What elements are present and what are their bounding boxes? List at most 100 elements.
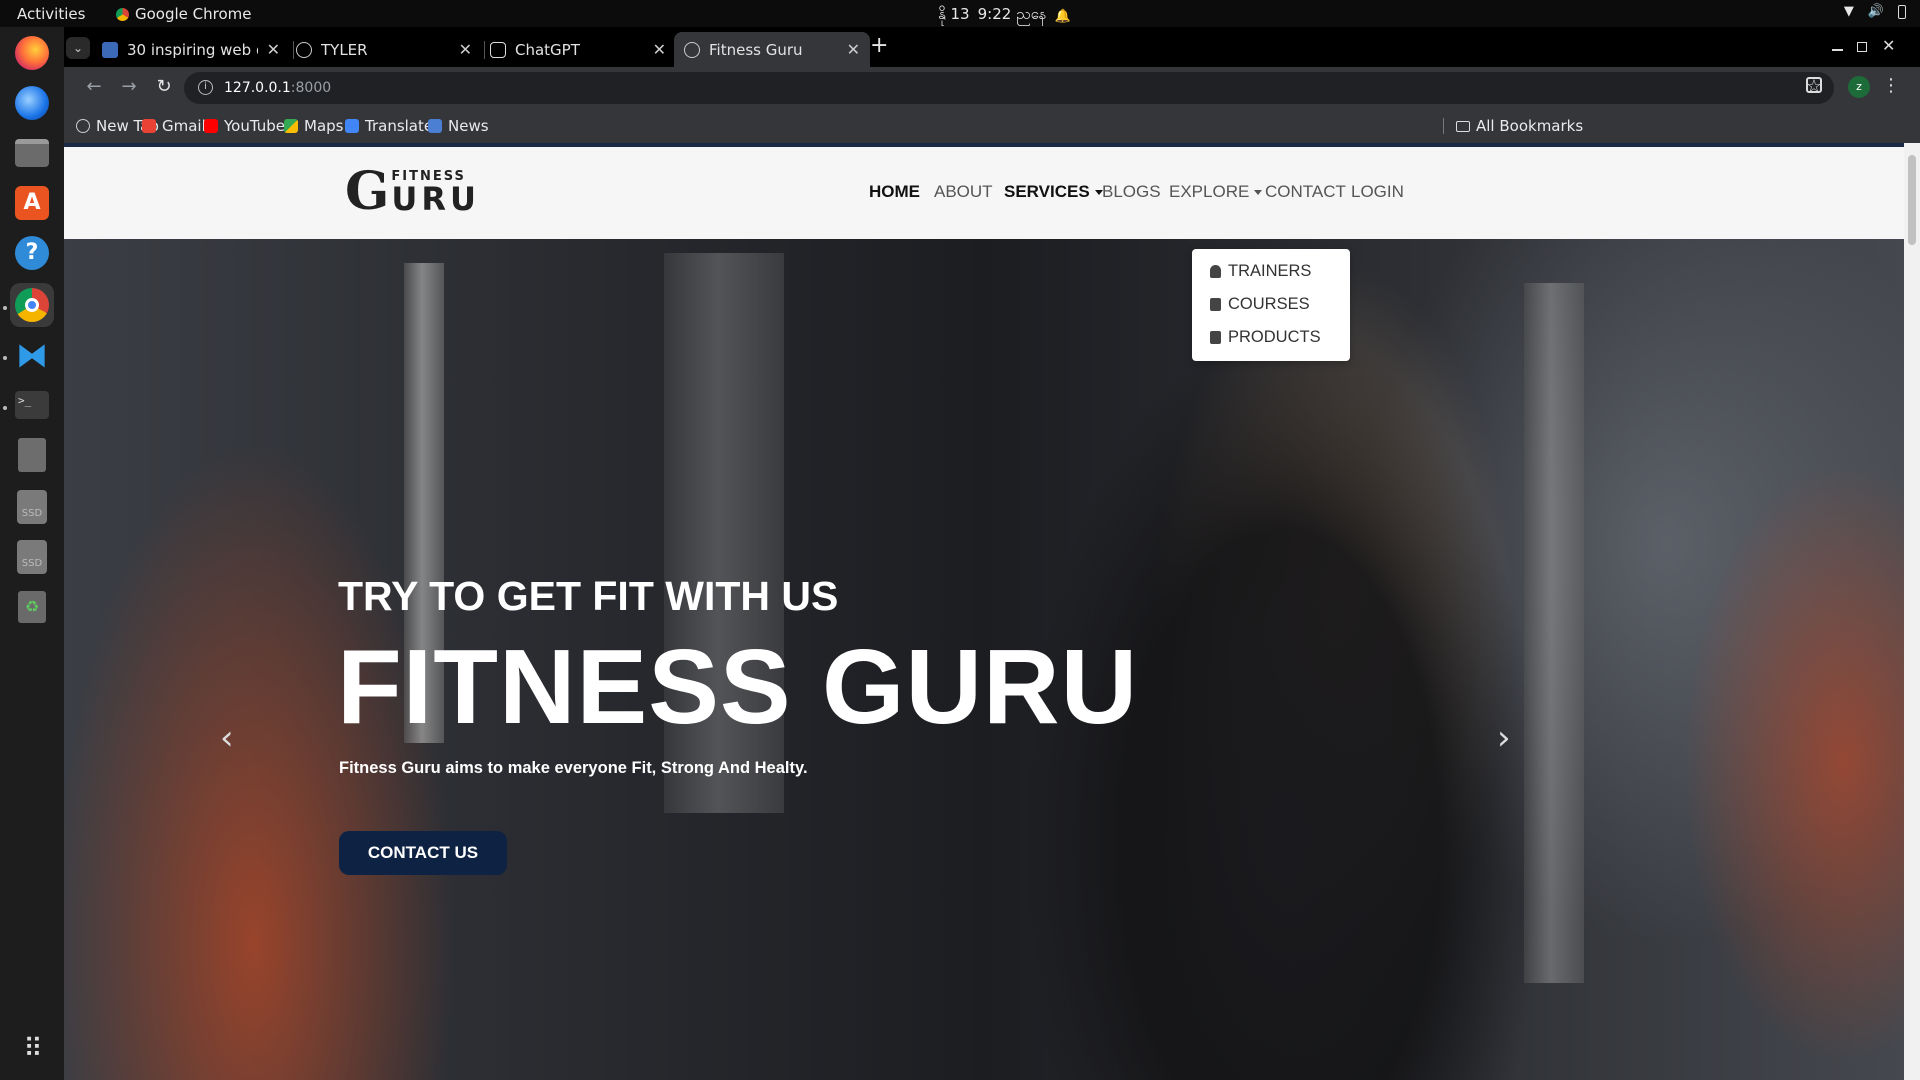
volume-icon: 🔊 [1867,4,1884,19]
all-bookmarks-button[interactable]: All Bookmarks [1456,117,1583,135]
tab[interactable]: 30 inspiring web develop ✕ [92,32,290,67]
bookmark-label: Gmail [162,117,206,135]
scrollbar-thumb[interactable] [1908,155,1916,245]
firefox-icon[interactable] [10,31,54,75]
bell-icon: 🔔 [1054,8,1071,24]
tab-strip: ⌄ 30 inspiring web develop ✕ TYLER ✕ Cha… [64,27,1920,67]
dock: A ? ⧓ >_ SSD SSD ♻ ⠿ [0,27,64,1080]
reload-icon[interactable]: ↻ [152,76,176,97]
tab-active[interactable]: Fitness Guru ✕ [674,32,870,67]
close-window-icon[interactable]: ✕ [1882,36,1895,55]
bookmark-translate[interactable]: Translate [345,117,433,135]
gmail-icon [142,119,156,133]
trash-icon[interactable]: ♻ [10,585,54,629]
dropdown-item-courses[interactable]: COURSES [1210,295,1310,314]
dropdown-item-products[interactable]: PRODUCTS [1210,328,1321,347]
files-icon[interactable] [10,131,54,175]
dropdown-item-label: COURSES [1228,295,1310,313]
logo-text: FITNESS URU [391,170,481,218]
nav-contact[interactable]: CONTACT [1265,182,1346,202]
terminal-icon[interactable]: >_ [10,383,54,427]
site-logo[interactable]: G FITNESS URU [345,166,481,218]
web-page: G FITNESS URU HOME ABOUT SERVICES BLOGS … [64,143,1904,1080]
bookmark-maps[interactable]: Maps [284,117,343,135]
extensions-icon[interactable] [1806,77,1822,93]
tab[interactable]: TYLER ✕ [286,32,482,67]
nav-about[interactable]: ABOUT [934,182,993,202]
maximize-icon[interactable] [1857,42,1867,52]
close-tab-icon[interactable]: ✕ [847,40,860,59]
nav-services-label: SERVICES [1004,182,1090,201]
site-favicon-icon [102,41,118,58]
folder-icon [1456,120,1470,132]
forward-icon[interactable]: → [117,76,141,97]
tab[interactable]: ChatGPT ✕ [480,32,676,67]
url-port: :8000 [290,80,332,96]
chevron-down-icon [1254,190,1263,196]
system-tray[interactable]: ▼ 🔊 [1844,4,1906,19]
ssd-drive-icon[interactable]: SSD [10,485,54,529]
news-icon [428,119,442,133]
chrome-dock-icon[interactable] [10,283,54,327]
close-tab-icon[interactable]: ✕ [653,40,666,59]
nav-explore[interactable]: EXPLORE [1169,182,1263,202]
globe-icon [684,41,700,58]
all-bookmarks-label: All Bookmarks [1476,117,1584,135]
new-tab-button[interactable]: + [870,33,888,58]
close-tab-icon[interactable]: ✕ [459,40,472,59]
services-dropdown-menu: TRAINERS COURSES PRODUCTS [1192,249,1350,361]
minimize-icon[interactable] [1832,49,1843,51]
browser-window: ⌄ 30 inspiring web develop ✕ TYLER ✕ Cha… [64,27,1920,1080]
bookmark-label: Maps [304,117,344,135]
nav-home[interactable]: HOME [869,182,920,202]
running-indicator [3,406,7,410]
ssd-drive-icon[interactable]: SSD [10,535,54,579]
clock-time: 9:22 ညနေ [977,5,1047,23]
clock[interactable]: နို 13 9:22 ညနေ 🔔 [938,5,1071,27]
nav-login[interactable]: LOGIN [1351,182,1404,202]
dropdown-item-trainers[interactable]: TRAINERS [1210,262,1311,281]
thunderbird-icon[interactable] [10,81,54,125]
text-editor-icon[interactable] [10,433,54,477]
contact-us-button[interactable]: CONTACT US [339,831,507,875]
system-top-bar: Activities Google Chrome နို 13 9:22 ညနေ… [0,0,1920,27]
nav-blogs[interactable]: BLOGS [1102,182,1161,202]
dropdown-item-label: PRODUCTS [1228,328,1321,346]
bookmark-gmail[interactable]: Gmail [142,117,206,135]
chrome-icon [116,7,129,21]
nav-explore-label: EXPLORE [1169,182,1250,201]
bookmark-label: Translate [365,117,434,135]
bookmark-youtube[interactable]: YouTube [204,117,285,135]
nav-services[interactable]: SERVICES [1004,182,1103,202]
chrome-menu-icon[interactable]: ⋮ [1882,75,1900,96]
page-scrollbar[interactable] [1904,143,1920,1080]
tab-title: 30 inspiring web develop [127,40,258,59]
address-bar[interactable]: i 127.0.0.1:8000 ☆ [184,72,1834,104]
dropdown-item-label: TRAINERS [1228,262,1312,280]
vscode-icon[interactable]: ⧓ [10,333,54,377]
logo-large-text: URU [391,180,481,218]
show-apps-icon[interactable]: ⠿ [10,1027,54,1071]
back-icon[interactable]: ← [82,76,106,97]
avatar[interactable]: z [1848,76,1870,98]
bookmark-label: News [448,117,489,135]
app-menu[interactable]: Google Chrome [116,5,252,23]
translate-icon [345,119,359,133]
chatgpt-icon [490,41,506,58]
carousel-prev-icon[interactable]: ‹ [220,718,234,758]
tab-search-icon[interactable]: ⌄ [66,37,90,59]
url-host: 127.0.0.1 [224,80,291,96]
app-name: Google Chrome [135,5,252,23]
help-icon[interactable]: ? [10,231,54,275]
youtube-icon [204,119,218,133]
maps-icon [284,119,298,133]
globe-icon [76,119,90,133]
site-info-icon[interactable]: i [198,80,213,95]
bookmark-news[interactable]: News [428,117,489,135]
wifi-icon: ▼ [1843,4,1854,19]
software-center-icon[interactable]: A [10,181,54,225]
carousel-next-icon[interactable]: › [1497,718,1511,758]
hero-subtitle: TRY TO GET FIT WITH US [338,573,839,619]
activities-button[interactable]: Activities [17,5,85,23]
close-tab-icon[interactable]: ✕ [267,40,280,59]
